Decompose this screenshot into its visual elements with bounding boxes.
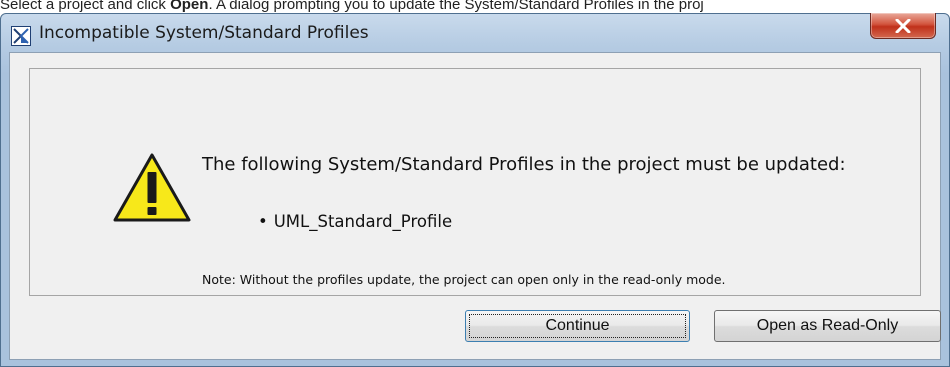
profile-list-item: • UML_Standard_Profile	[258, 212, 452, 231]
caption-bold-term: Open	[170, 0, 209, 13]
magicdraw-app-icon	[11, 26, 31, 46]
note-text: Note: Without the profiles update, the p…	[202, 272, 726, 287]
open-read-only-button[interactable]: Open as Read-Only	[714, 310, 941, 342]
close-x-icon	[895, 18, 911, 33]
caption-suffix: . A dialog prompting you to update the S…	[208, 0, 704, 13]
close-button[interactable]	[870, 13, 936, 39]
dialog-window: Incompatible System/Standard Profiles Th…	[0, 13, 950, 367]
bullet: •	[258, 212, 268, 231]
page-caption: Select a project and click Open. A dialo…	[0, 0, 950, 14]
title-bar[interactable]: Incompatible System/Standard Profiles	[1, 13, 949, 52]
profile-name: UML_Standard_Profile	[273, 212, 453, 231]
open-read-only-label: Open as Read-Only	[756, 317, 899, 334]
caption-prefix: Select a project and click	[0, 0, 171, 13]
warning-triangle-icon	[113, 153, 191, 222]
dialog-content: The following System/Standard Profiles i…	[9, 52, 941, 360]
continue-label: Continue	[545, 317, 610, 334]
message-heading: The following System/Standard Profiles i…	[202, 154, 846, 175]
message-panel: The following System/Standard Profiles i…	[29, 68, 921, 296]
dialog-title: Incompatible System/Standard Profiles	[39, 23, 369, 43]
continue-button[interactable]: Continue	[465, 310, 690, 342]
